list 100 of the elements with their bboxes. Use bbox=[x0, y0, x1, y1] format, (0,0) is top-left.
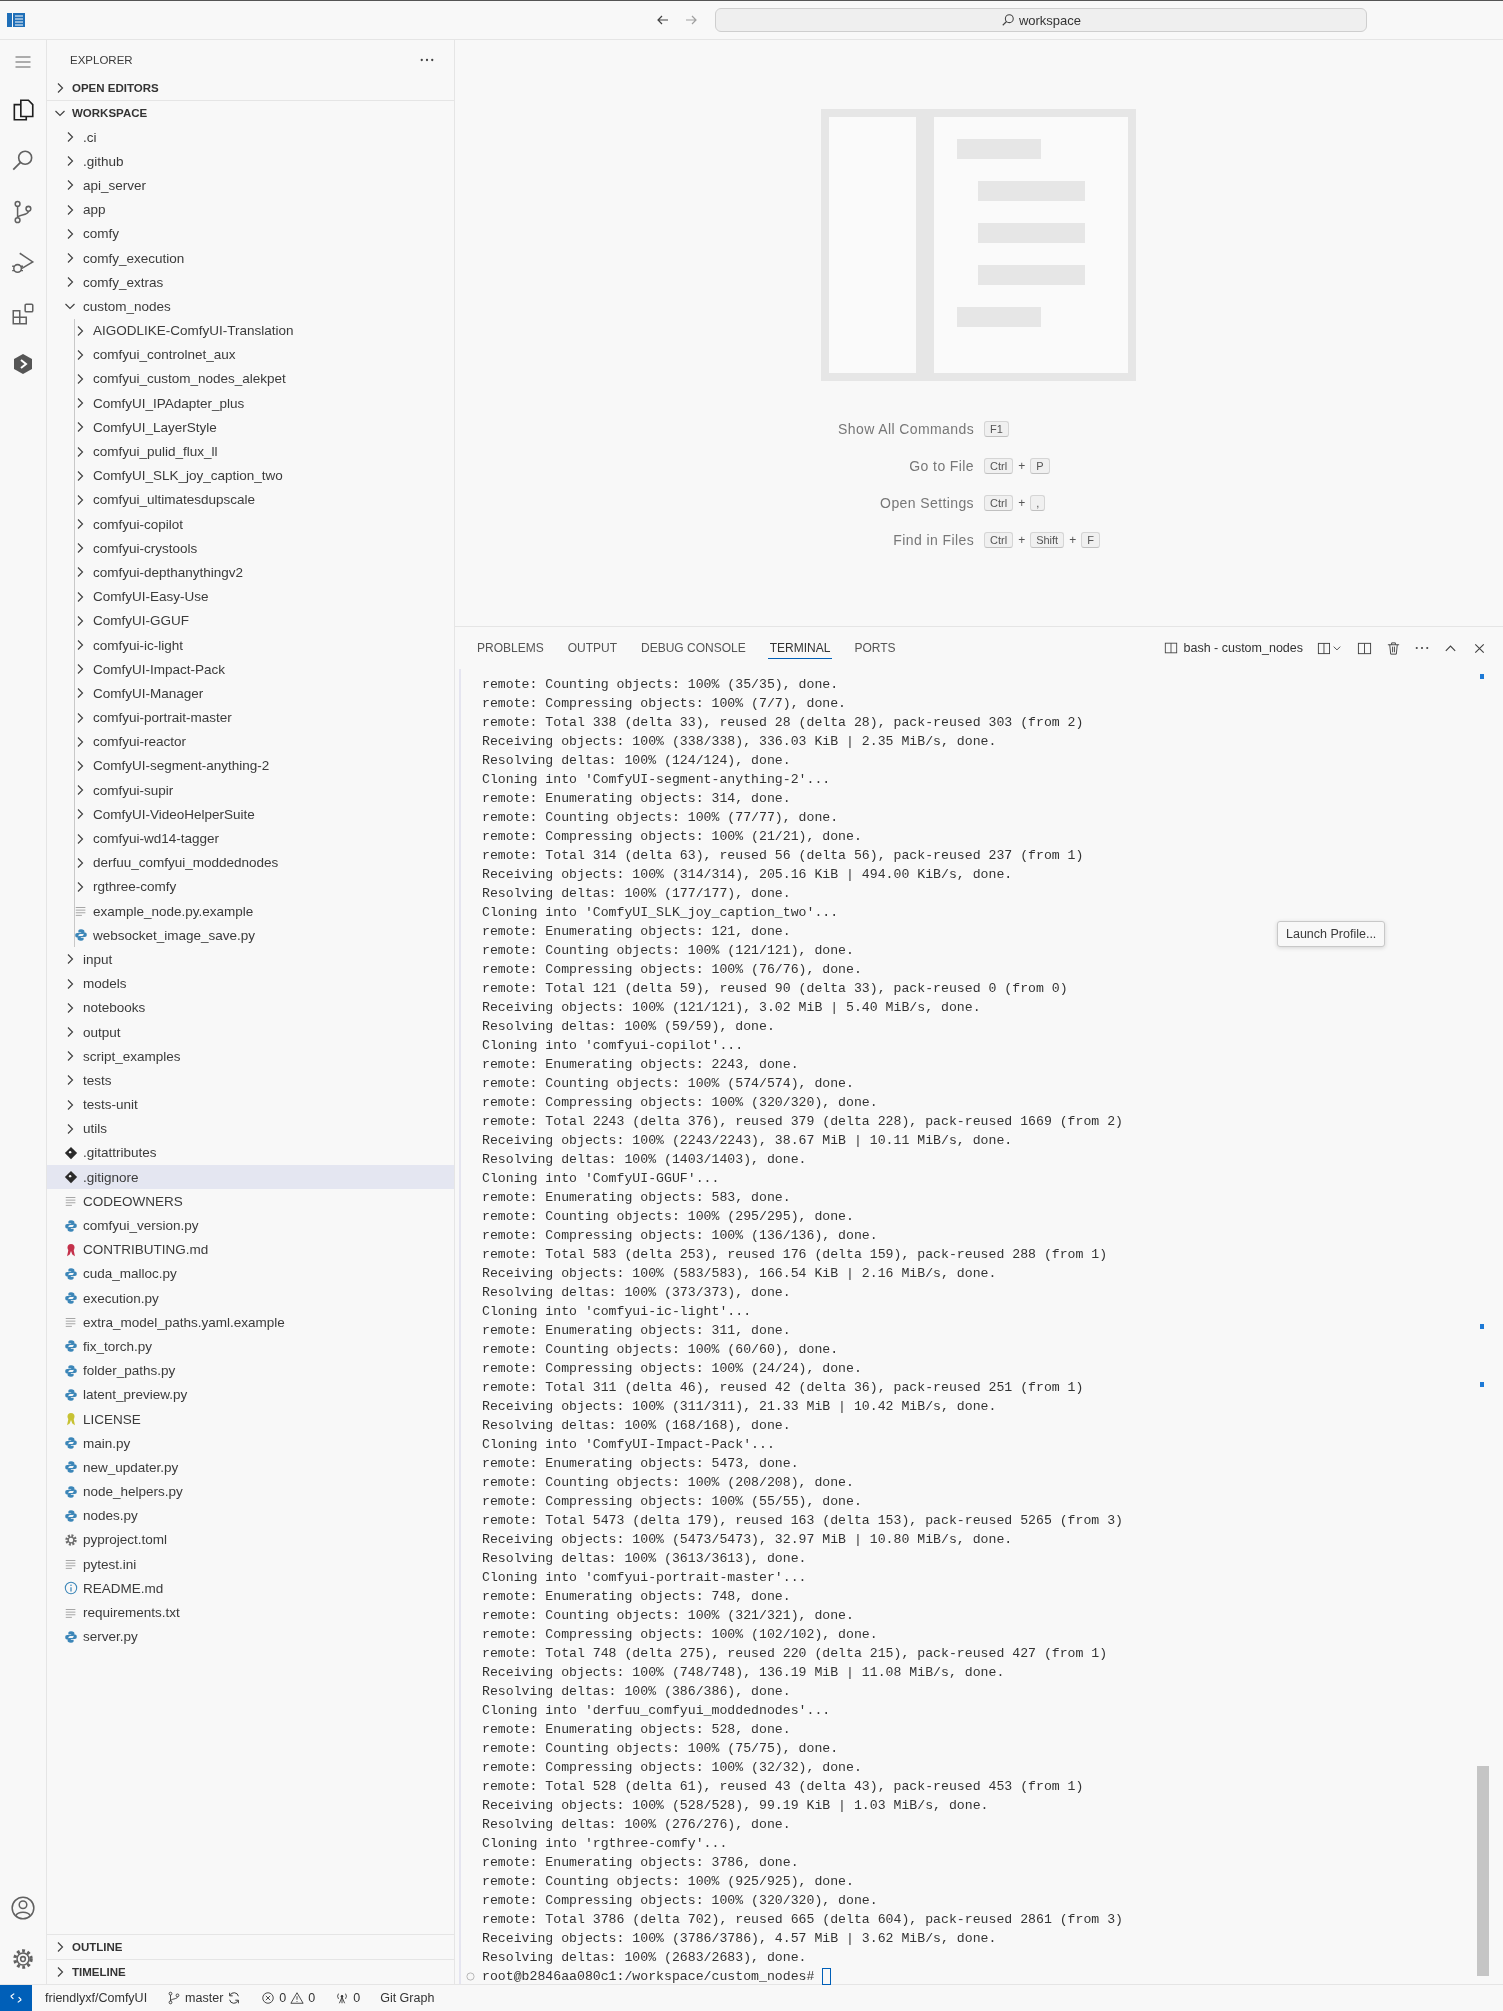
more-actions-icon[interactable] bbox=[1415, 646, 1429, 650]
file-item[interactable]: node_helpers.py bbox=[47, 1479, 454, 1504]
folder-item[interactable]: api_server bbox=[47, 173, 454, 198]
folder-item[interactable]: ComfyUI-Easy-Use bbox=[47, 584, 454, 609]
more-actions-icon[interactable] bbox=[420, 58, 434, 62]
file-item[interactable]: pyproject.toml bbox=[47, 1527, 454, 1553]
folder-item[interactable]: comfyui-copilot bbox=[47, 512, 454, 537]
folder-item[interactable]: script_examples bbox=[47, 1044, 454, 1069]
panel-tab[interactable]: TERMINAL bbox=[767, 637, 833, 659]
problems-button[interactable]: 0 0 bbox=[254, 1991, 323, 2005]
terminal-line: Resolving deltas: 100% (276/276), done. bbox=[482, 1816, 791, 1834]
plus-sign: + bbox=[1069, 533, 1077, 547]
folder-item[interactable]: ComfyUI-Impact-Pack bbox=[47, 657, 454, 682]
extensions-icon[interactable] bbox=[10, 301, 36, 327]
settings-icon[interactable] bbox=[10, 1946, 36, 1972]
hexagon-icon[interactable] bbox=[11, 352, 35, 376]
folder-item[interactable]: comfyui-crystools bbox=[47, 536, 454, 561]
file-item[interactable]: new_updater.py bbox=[47, 1455, 454, 1480]
file-item[interactable]: main.py bbox=[47, 1431, 454, 1456]
folder-item[interactable]: ComfyUI-segment-anything-2 bbox=[47, 753, 454, 779]
repository-label[interactable]: friendlyxf/ComfyUI bbox=[38, 1991, 155, 2005]
folder-item[interactable]: .github bbox=[47, 149, 454, 174]
folder-item[interactable]: utils bbox=[47, 1116, 454, 1141]
folder-item[interactable]: models bbox=[47, 971, 454, 996]
trash-icon[interactable] bbox=[1386, 640, 1401, 656]
file-item[interactable]: CODEOWNERS bbox=[47, 1189, 454, 1214]
file-item[interactable]: latent_preview.py bbox=[47, 1382, 454, 1407]
folder-item[interactable]: comfyui_pulid_flux_ll bbox=[47, 439, 454, 464]
terminal-line: remote: Compressing objects: 100% (55/55), done. bbox=[482, 1493, 862, 1511]
file-item[interactable]: server.py bbox=[47, 1624, 454, 1649]
folder-item[interactable]: input bbox=[47, 947, 454, 972]
folder-item[interactable]: comfyui-portrait-master bbox=[47, 705, 454, 730]
key-cap: Ctrl bbox=[984, 495, 1014, 511]
section-header[interactable]: WORKSPACE bbox=[47, 100, 454, 125]
file-item[interactable]: cuda_malloc.py bbox=[47, 1261, 454, 1286]
folder-item[interactable]: .ci bbox=[47, 125, 454, 150]
terminal-line: Resolving deltas: 100% (124/124), done. bbox=[482, 752, 791, 770]
folder-item[interactable]: comfyui-supir bbox=[47, 778, 454, 803]
folder-item[interactable]: rgthree-comfy bbox=[47, 874, 454, 899]
file-item[interactable]: README.md bbox=[47, 1576, 454, 1601]
diamond-icon bbox=[64, 1145, 78, 1160]
split-dropdown-icon[interactable] bbox=[1317, 640, 1343, 656]
folder-item[interactable]: comfyui-depthanythingv2 bbox=[47, 560, 454, 585]
folder-item[interactable]: comfyui_ultimatesdupscale bbox=[47, 487, 454, 512]
folder-item[interactable]: notebooks bbox=[47, 995, 454, 1020]
folder-item[interactable]: comfy_execution bbox=[47, 245, 454, 271]
file-item[interactable]: .gitattributes bbox=[47, 1140, 454, 1166]
panel-tab[interactable]: PORTS bbox=[852, 637, 898, 659]
section-header[interactable]: OUTLINE bbox=[47, 1934, 454, 1959]
remote-button[interactable] bbox=[0, 1985, 32, 2011]
panel-tab[interactable]: DEBUG CONSOLE bbox=[639, 637, 748, 659]
folder-item[interactable]: ComfyUI_LayerStyle bbox=[47, 415, 454, 440]
folder-item[interactable]: output bbox=[47, 1019, 454, 1045]
file-item[interactable]: fix_torch.py bbox=[47, 1334, 454, 1359]
text-file-icon bbox=[74, 904, 88, 919]
folder-item[interactable]: ComfyUI-VideoHelperSuite bbox=[47, 802, 454, 827]
account-icon[interactable] bbox=[10, 1895, 36, 1921]
folder-item[interactable]: comfyui_controlnet_aux bbox=[47, 342, 454, 367]
key-cap: F bbox=[1081, 532, 1100, 548]
file-item[interactable]: CONTRIBUTING.md bbox=[47, 1237, 454, 1262]
folder-item[interactable]: ComfyUI-GGUF bbox=[47, 608, 454, 633]
file-item[interactable]: pytest.ini bbox=[47, 1552, 454, 1577]
folder-item[interactable]: ComfyUI_IPAdapter_plus bbox=[47, 391, 454, 416]
folder-item[interactable]: comfyui-wd14-tagger bbox=[47, 826, 454, 851]
search-field[interactable]: workspace bbox=[715, 8, 1367, 32]
file-item[interactable]: LICENSE bbox=[47, 1406, 454, 1432]
folder-item[interactable]: app bbox=[47, 197, 454, 222]
file-item[interactable]: comfyui_version.py bbox=[47, 1213, 454, 1238]
folder-item[interactable]: comfyui_custom_nodes_alekpet bbox=[47, 366, 454, 392]
file-item[interactable]: execution.py bbox=[47, 1286, 454, 1311]
folder-item[interactable]: comfyui-ic-light bbox=[47, 632, 454, 658]
section-header[interactable]: OPEN EDITORS bbox=[47, 76, 454, 100]
folder-item[interactable]: custom_nodes bbox=[47, 294, 454, 319]
folder-item[interactable]: derfuu_comfyui_moddednodes bbox=[47, 850, 454, 875]
sidebar-layout-icon[interactable] bbox=[7, 13, 25, 27]
folder-item[interactable]: tests-unit bbox=[47, 1092, 454, 1117]
file-item[interactable]: folder_paths.py bbox=[47, 1358, 454, 1383]
file-item[interactable]: nodes.py bbox=[47, 1503, 454, 1528]
terminal-line: remote: Compressing objects: 100% (32/32), done. bbox=[482, 1759, 862, 1777]
file-item[interactable]: requirements.txt bbox=[47, 1600, 454, 1625]
terminal-selector[interactable]: bash - custom_nodes bbox=[1164, 641, 1303, 655]
run-debug-icon[interactable] bbox=[10, 250, 36, 276]
python-icon bbox=[64, 1218, 78, 1233]
folder-item[interactable]: comfyui-reactor bbox=[47, 729, 454, 754]
branch-button[interactable]: master bbox=[160, 1991, 249, 2005]
folder-item[interactable]: comfy_extras bbox=[47, 270, 454, 295]
folder-item[interactable]: comfy bbox=[47, 221, 454, 246]
panel-tab[interactable]: OUTPUT bbox=[565, 637, 620, 659]
git-graph-button[interactable]: Git Graph bbox=[373, 1991, 442, 2005]
folder-item[interactable]: tests bbox=[47, 1068, 454, 1093]
folder-item[interactable]: AIGODLIKE-ComfyUI-Translation bbox=[47, 318, 454, 343]
file-item[interactable]: .gitignore bbox=[47, 1165, 454, 1190]
file-item[interactable]: example_node.py.example bbox=[47, 899, 454, 924]
panel-tab[interactable]: PROBLEMS bbox=[475, 637, 546, 659]
file-item[interactable]: websocket_image_save.py bbox=[47, 923, 454, 948]
file-item[interactable]: extra_model_paths.yaml.example bbox=[47, 1310, 454, 1335]
folder-item[interactable]: ComfyUI-Manager bbox=[47, 681, 454, 706]
split-terminal-icon[interactable] bbox=[1357, 640, 1372, 656]
ports-button[interactable]: 0 bbox=[328, 1991, 368, 2005]
folder-item[interactable]: ComfyUI_SLK_joy_caption_two bbox=[47, 463, 454, 488]
